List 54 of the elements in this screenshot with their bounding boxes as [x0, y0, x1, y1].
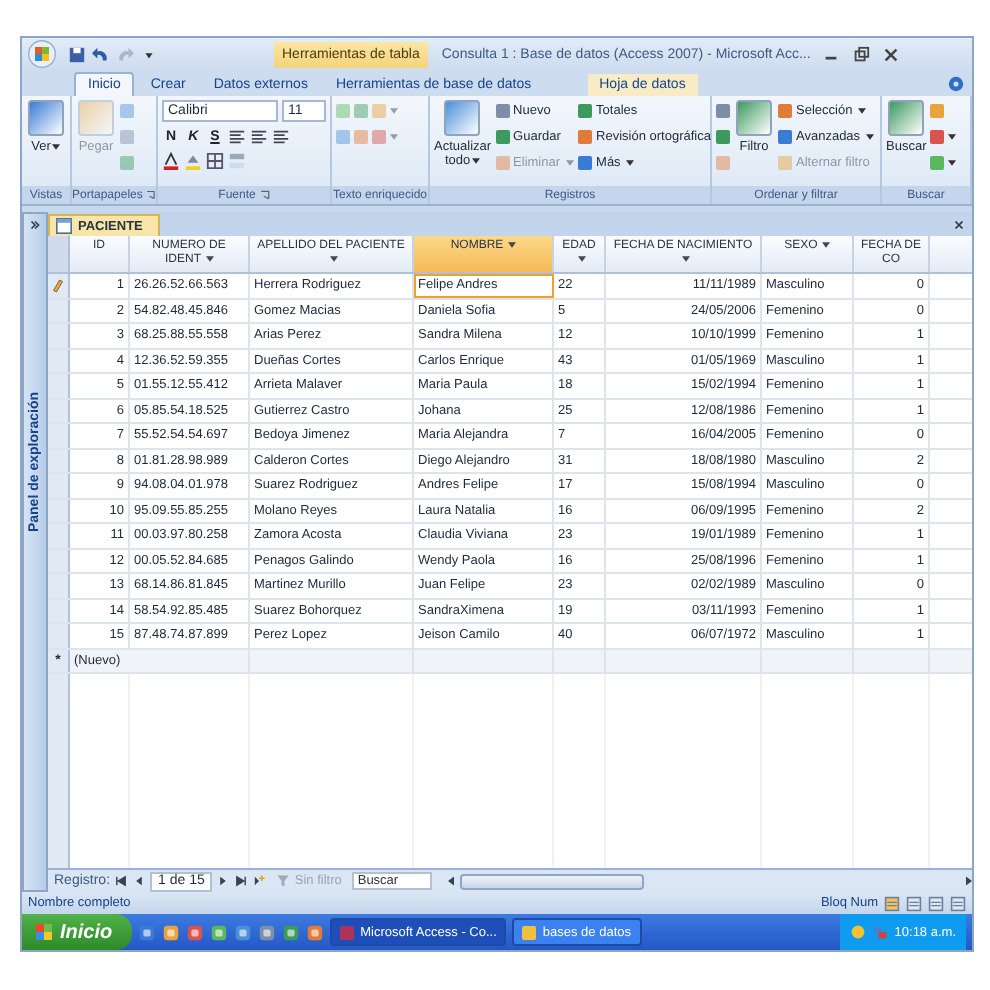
horizontal-scrollbar[interactable]	[447, 872, 972, 890]
dialog-launcher-icon[interactable]	[259, 190, 270, 200]
ribbon-icon-button[interactable]	[930, 152, 957, 174]
caret-icon	[858, 108, 867, 114]
gridlines-icon[interactable]	[206, 152, 224, 170]
align-icon[interactable]	[227, 128, 246, 146]
caret-icon	[948, 160, 957, 166]
scroll-left-icon[interactable]	[447, 876, 454, 886]
restore-icon[interactable]	[852, 45, 871, 63]
flag-icon	[34, 922, 54, 942]
caret-icon	[472, 158, 481, 165]
app-icon	[522, 925, 537, 939]
expand-icon[interactable]	[28, 218, 42, 232]
help-icon[interactable]	[948, 76, 964, 92]
caret-icon	[52, 143, 61, 150]
align-icon[interactable]	[249, 128, 268, 146]
next-record-icon[interactable]	[216, 874, 231, 888]
first-record-icon[interactable]	[114, 874, 129, 888]
caret-icon[interactable]	[821, 241, 830, 248]
dialog-launcher-icon[interactable]	[146, 190, 156, 200]
pencil-icon	[52, 278, 64, 295]
caret-icon[interactable]	[681, 256, 689, 263]
caret-icon	[390, 134, 398, 140]
caret-icon	[948, 134, 957, 140]
caret-icon[interactable]	[507, 241, 516, 248]
view-icon[interactable]	[884, 895, 900, 911]
caret-icon	[866, 134, 875, 140]
undo-icon[interactable]	[92, 45, 110, 63]
row-selector[interactable]	[48, 274, 70, 298]
view-icon[interactable]	[906, 895, 922, 911]
scroll-right-icon[interactable]	[966, 876, 972, 886]
caret-icon	[390, 108, 398, 114]
last-record-icon[interactable]	[234, 874, 249, 888]
caret-icon[interactable]	[205, 256, 213, 263]
ribbon-icon-button[interactable]	[930, 126, 957, 148]
font-color-icon[interactable]	[162, 152, 180, 170]
new-record-icon[interactable]	[252, 874, 267, 888]
previous-record-icon[interactable]	[132, 874, 147, 888]
app-icon	[340, 925, 355, 939]
caret-icon[interactable]	[329, 256, 337, 263]
caret-icon	[626, 160, 635, 166]
fill-color-icon[interactable]	[184, 152, 202, 170]
filter-icon	[276, 874, 291, 888]
close-icon[interactable]	[952, 218, 966, 232]
table-icon	[56, 218, 72, 234]
align-icon[interactable]	[271, 128, 290, 146]
save-icon[interactable]	[68, 45, 86, 63]
close-icon[interactable]	[882, 45, 901, 63]
caret-icon[interactable]	[577, 256, 585, 263]
view-icon[interactable]	[928, 895, 944, 911]
view-icon[interactable]	[950, 895, 966, 911]
caret-icon	[566, 160, 575, 166]
network-icon[interactable]	[872, 924, 889, 940]
office-button-icon[interactable]	[28, 40, 56, 68]
